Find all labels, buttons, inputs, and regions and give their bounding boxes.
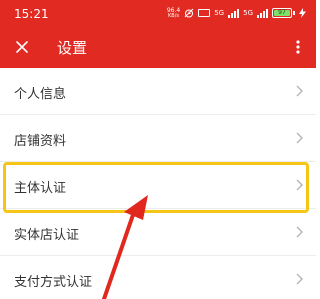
settings-item-label: 个人信息 [14, 87, 67, 102]
alarm-icon [184, 8, 194, 18]
page-title: 设置 [57, 39, 88, 57]
settings-item-label: 店铺资料 [14, 134, 67, 149]
hd-icon [198, 9, 211, 17]
close-button[interactable] [10, 35, 34, 59]
settings-item-label: 支付方式认证 [14, 275, 93, 290]
chevron-right-icon [296, 179, 303, 191]
settings-item-label: 实体店认证 [14, 228, 80, 243]
settings-list: 个人信息 店铺资料 主体认证 实体店认证 支付方式认证 [0, 68, 316, 299]
chevron-right-icon [296, 273, 303, 285]
settings-item-payment-verification[interactable]: 支付方式认证 [0, 256, 316, 299]
net-speed-indicator: 96.4 KB/s [167, 7, 180, 19]
signal-icon-2 [257, 8, 268, 18]
net-speed-unit: KB/s [168, 12, 180, 19]
more-vertical-icon [296, 40, 300, 54]
battery-icon: 97 [272, 8, 295, 18]
signal-icon-1 [228, 8, 240, 18]
status-time: 15:21 [14, 7, 49, 21]
charging-icon [299, 8, 306, 18]
settings-item-store-info[interactable]: 店铺资料 [0, 115, 316, 162]
toolbar: 设置 [0, 26, 316, 68]
close-icon [16, 41, 28, 53]
chevron-right-icon [296, 226, 303, 238]
settings-item-personal-info[interactable]: 个人信息 [0, 68, 316, 115]
chevron-right-icon [296, 85, 303, 97]
status-icons: 96.4 KB/s 5G 5G 97 [167, 7, 306, 19]
chevron-right-icon [296, 132, 303, 144]
status-bar: 15:21 96.4 KB/s 5G 5G 97 [0, 0, 316, 26]
network-5g-label-2: 5G [243, 8, 253, 17]
battery-level: 97 [274, 10, 290, 16]
settings-item-entity-verification[interactable]: 主体认证 [0, 162, 316, 209]
settings-item-physical-store-verification[interactable]: 实体店认证 [0, 209, 316, 256]
more-options-button[interactable] [286, 35, 310, 59]
network-5g-label-1: 5G [214, 8, 225, 17]
app-header: 15:21 96.4 KB/s 5G 5G 97 设置 [0, 0, 316, 68]
settings-item-label: 主体认证 [14, 181, 67, 196]
